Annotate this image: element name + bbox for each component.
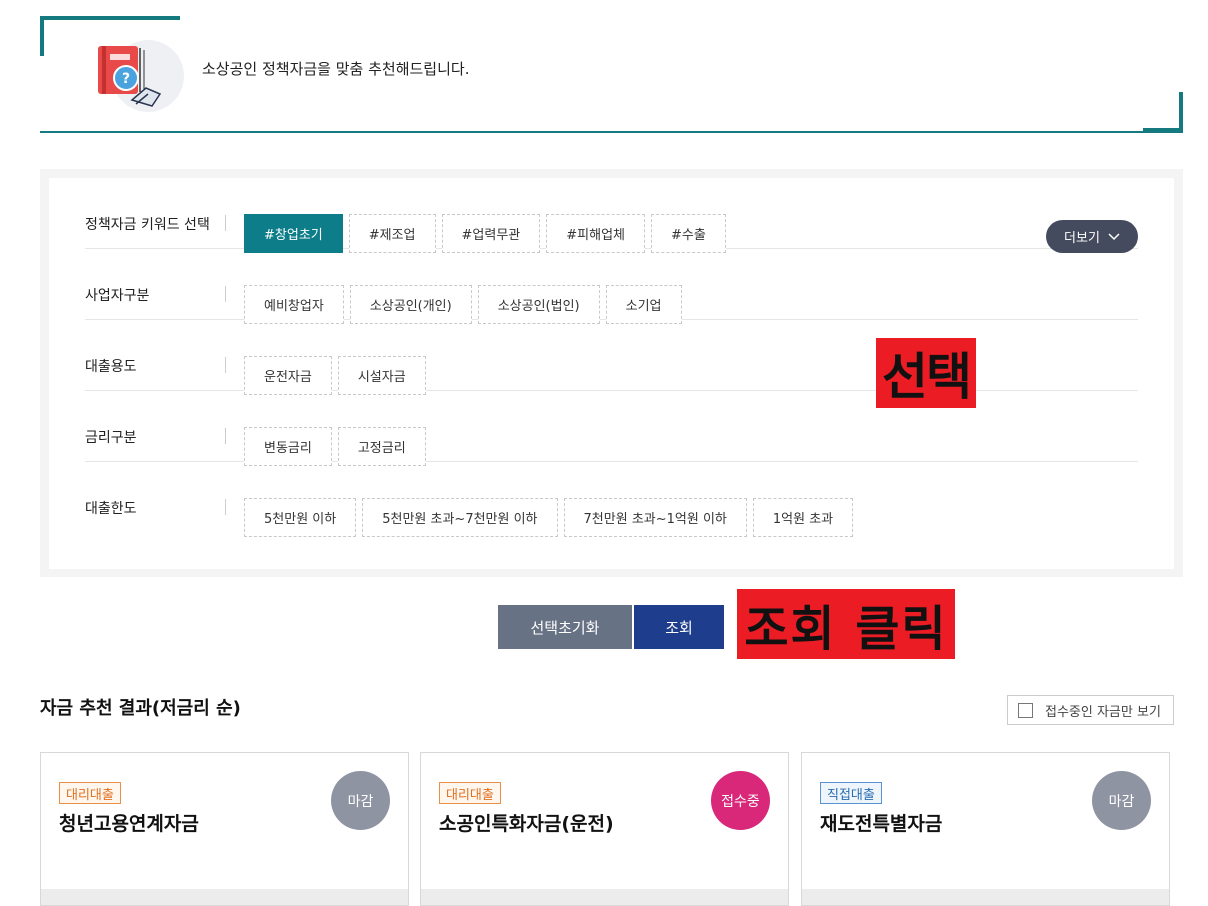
banner: ? 소상공인 정책자금을 맞춤 추천해드립니다. xyxy=(40,16,1183,133)
chip-keyword-damaged[interactable]: #피해업체 xyxy=(546,214,645,253)
chevron-down-icon xyxy=(1108,232,1120,240)
chip-business-pre-startup[interactable]: 예비창업자 xyxy=(244,285,344,324)
card-tag: 직접대출 xyxy=(820,782,882,804)
card-title: 소공인특화자금(운전) xyxy=(439,813,614,835)
chip-business-individual[interactable]: 소상공인(개인) xyxy=(349,285,472,324)
filter-row-keyword: 정책자금 키워드 선택 #창업초기 #제조업 #업력무관 #피해업체 #수출 더… xyxy=(85,178,1138,253)
chip-keyword-startup[interactable]: #창업초기 xyxy=(244,214,343,253)
fund-card[interactable]: 대리대출 청년고용연계자금 마감 xyxy=(40,752,409,906)
chip-limit-over-100m[interactable]: 1억원 초과 xyxy=(752,498,854,537)
only-open-label: 접수중인 자금만 보기 xyxy=(1045,704,1161,720)
status-badge: 접수중 xyxy=(711,771,770,830)
filter-row-rate: 금리구분 변동금리 고정금리 xyxy=(85,391,1138,466)
business-chips: 예비창업자 소상공인(개인) 소상공인(법인) 소기업 xyxy=(244,285,682,324)
card-tag: 대리대출 xyxy=(59,782,121,804)
filter-row-business: 사업자구분 예비창업자 소상공인(개인) 소상공인(법인) 소기업 xyxy=(85,249,1138,324)
more-button-label: 더보기 xyxy=(1064,231,1100,246)
only-open-toggle[interactable]: 접수중인 자금만 보기 xyxy=(1007,695,1174,725)
fund-card[interactable]: 직접대출 재도전특별자금 마감 xyxy=(801,752,1170,906)
chip-business-corporation[interactable]: 소상공인(법인) xyxy=(477,285,600,324)
chip-rate-variable[interactable]: 변동금리 xyxy=(244,427,332,466)
annotation-select: 선택 xyxy=(876,338,976,408)
chip-limit-50m-70m[interactable]: 5천만원 초과~7천만원 이하 xyxy=(362,498,558,537)
banner-text: 소상공인 정책자금을 맞춤 추천해드립니다. xyxy=(202,60,470,78)
chip-limit-under-50m[interactable]: 5천만원 이하 xyxy=(244,498,357,537)
filter-row-purpose: 대출용도 운전자금 시설자금 xyxy=(85,320,1138,395)
policy-fund-illustration-icon: ? xyxy=(98,40,184,112)
limit-chips: 5천만원 이하 5천만원 초과~7천만원 이하 7천만원 초과~1억원 이하 1… xyxy=(244,498,854,537)
annotation-click: 조회 클릭 xyxy=(737,589,955,659)
filter-row-limit: 대출한도 5천만원 이하 5천만원 초과~7천만원 이하 7천만원 초과~1억원… xyxy=(85,462,1138,537)
filter-label-business: 사업자구분 xyxy=(85,288,150,304)
card-title: 청년고용연계자금 xyxy=(59,813,199,835)
chip-keyword-any-age[interactable]: #업력무관 xyxy=(441,214,541,253)
banner-corner-bottom-right xyxy=(1143,92,1183,132)
chip-business-small[interactable]: 소기업 xyxy=(605,285,682,324)
svg-text:?: ? xyxy=(122,71,130,87)
chip-purpose-operating[interactable]: 운전자금 xyxy=(244,356,332,395)
rate-chips: 변동금리 고정금리 xyxy=(244,427,426,466)
filter-panel-inner: 정책자금 키워드 선택 #창업초기 #제조업 #업력무관 #피해업체 #수출 더… xyxy=(49,178,1174,569)
reset-button[interactable]: 선택초기화 xyxy=(498,605,632,649)
filter-separator xyxy=(225,499,226,515)
chip-rate-fixed[interactable]: 고정금리 xyxy=(337,427,426,466)
filter-separator xyxy=(225,215,226,231)
filter-label-purpose: 대출용도 xyxy=(85,359,137,375)
card-title: 재도전특별자금 xyxy=(820,813,943,835)
banner-divider xyxy=(40,131,1183,133)
chip-keyword-export[interactable]: #수출 xyxy=(650,214,726,253)
filter-panel: 정책자금 키워드 선택 #창업초기 #제조업 #업력무관 #피해업체 #수출 더… xyxy=(40,169,1183,577)
fund-card[interactable]: 대리대출 소공인특화자금(운전) 접수중 xyxy=(420,752,789,906)
filter-label-limit: 대출한도 xyxy=(85,501,137,517)
card-tag: 대리대출 xyxy=(439,782,501,804)
only-open-checkbox[interactable] xyxy=(1018,702,1033,718)
chip-keyword-manufacturing[interactable]: #제조업 xyxy=(348,214,436,253)
card-footer[interactable] xyxy=(421,889,788,905)
status-badge: 마감 xyxy=(1092,771,1151,830)
filter-separator xyxy=(225,428,226,444)
filter-separator xyxy=(225,286,226,302)
keyword-chips: #창업초기 #제조업 #업력무관 #피해업체 #수출 xyxy=(244,214,726,253)
purpose-chips: 운전자금 시설자금 xyxy=(244,356,426,395)
card-footer[interactable] xyxy=(41,889,408,905)
results-title: 자금 추천 결과(저금리 순) xyxy=(40,698,241,719)
status-badge: 마감 xyxy=(331,771,390,830)
filter-label-keyword: 정책자금 키워드 선택 xyxy=(85,217,210,233)
chip-purpose-facility[interactable]: 시설자금 xyxy=(337,356,426,395)
filter-label-rate: 금리구분 xyxy=(85,430,137,446)
card-footer[interactable] xyxy=(802,889,1169,905)
filter-separator xyxy=(225,357,226,373)
search-button[interactable]: 조회 xyxy=(634,605,724,649)
chip-limit-70m-100m[interactable]: 7천만원 초과~1억원 이하 xyxy=(563,498,747,537)
